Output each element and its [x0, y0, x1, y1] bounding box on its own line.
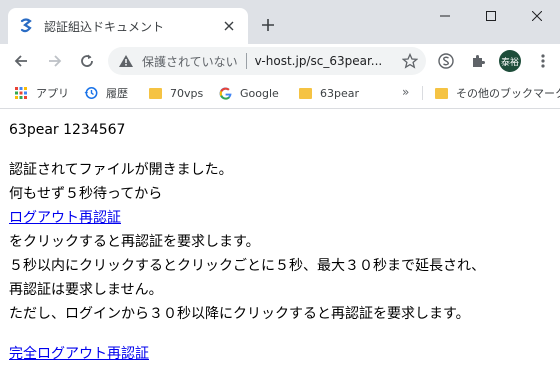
logout-reauth-link[interactable]: ログアウト再認証 — [9, 210, 121, 226]
profile-avatar[interactable]: 泰裕 — [499, 50, 521, 72]
new-tab-button[interactable] — [258, 15, 278, 35]
bookmark-70vps[interactable]: 70vps — [148, 84, 203, 102]
omnibox-divider — [245, 53, 247, 69]
bookmark-google[interactable]: Google — [218, 84, 279, 102]
close-window-button[interactable] — [514, 0, 560, 32]
bookmark-other[interactable]: その他のブックマーク — [434, 84, 560, 102]
bookmarks-overflow-button[interactable]: » — [402, 85, 409, 99]
bookmark-63pear[interactable]: 63pear — [298, 84, 359, 102]
folder-icon — [298, 86, 312, 100]
bookmark-label: Google — [240, 86, 279, 100]
wait-instruction: 何もせず５秒待ってから — [9, 186, 163, 202]
bookmark-label: アプリ — [36, 87, 69, 100]
url-text[interactable]: v-host.jp/sc_63pear... — [255, 54, 395, 68]
click-instruction: をクリックすると再認証を要求します。 — [9, 234, 260, 250]
extend-explanation: ５秒以内にクリックするとクリックごとに５秒、最大３０秒まで延長され、 — [9, 258, 486, 274]
security-status-label[interactable]: 保護されていない — [142, 53, 238, 70]
apps-grid-icon — [14, 86, 28, 100]
bookmark-history[interactable]: 履歴 — [84, 84, 128, 102]
tab-close-icon[interactable] — [222, 19, 236, 33]
active-tab[interactable]: 認証組込ドキュメント — [8, 8, 248, 44]
tab-title: 認証組込ドキュメント — [44, 19, 165, 34]
bookmark-apps[interactable]: アプリ — [14, 84, 69, 102]
reload-button[interactable] — [74, 48, 100, 74]
folder-icon — [148, 86, 162, 100]
warning-triangle-icon[interactable] — [118, 53, 134, 69]
bookmarks-divider — [422, 86, 423, 100]
back-button[interactable] — [8, 48, 34, 74]
address-bar[interactable]: 保護されていない v-host.jp/sc_63pear... — [108, 47, 426, 75]
extension-s-icon[interactable] — [433, 48, 459, 74]
full-logout-line: 完全ログアウト再認証 — [9, 344, 149, 364]
bookmarks-bar: アプリ 履歴 70vps Google 63pear » その他のブックマーク — [0, 78, 560, 109]
page-heading: 63pear 1234567 — [9, 122, 126, 138]
no-reauth-explanation: 再認証は要求しません。 — [9, 282, 163, 298]
full-logout-reauth-link[interactable]: 完全ログアウト再認証 — [9, 346, 149, 362]
opened-message: 認証されてファイルが開きました。 — [9, 162, 233, 178]
minimize-button[interactable] — [422, 0, 468, 32]
after-30s-explanation: ただし、ログインから３０秒以降にクリックすると再認証を要求します。 — [9, 306, 470, 322]
maximize-button[interactable] — [468, 0, 514, 32]
bookmark-star-icon[interactable] — [402, 53, 418, 69]
extensions-puzzle-icon[interactable] — [465, 48, 491, 74]
page-content: 63pear 1234567 認証されてファイルが開きました。 何もせず５秒待っ… — [0, 109, 560, 370]
title-bar: 認証組込ドキュメント — [0, 0, 560, 44]
folder-icon — [434, 86, 448, 100]
s-logo-icon — [18, 18, 34, 34]
more-menu-icon[interactable] — [530, 48, 556, 74]
bookmark-label: 63pear — [320, 86, 360, 100]
browser-toolbar: 保護されていない v-host.jp/sc_63pear... 泰裕 — [0, 44, 560, 78]
history-icon — [84, 86, 98, 100]
bookmark-label: その他のブックマーク — [456, 87, 560, 100]
logout-reauth-line: ログアウト再認証 — [9, 208, 121, 228]
forward-button[interactable] — [42, 48, 68, 74]
bookmark-label: 70vps — [170, 86, 204, 100]
bookmark-label: 履歴 — [106, 87, 128, 100]
google-g-icon — [218, 86, 232, 100]
